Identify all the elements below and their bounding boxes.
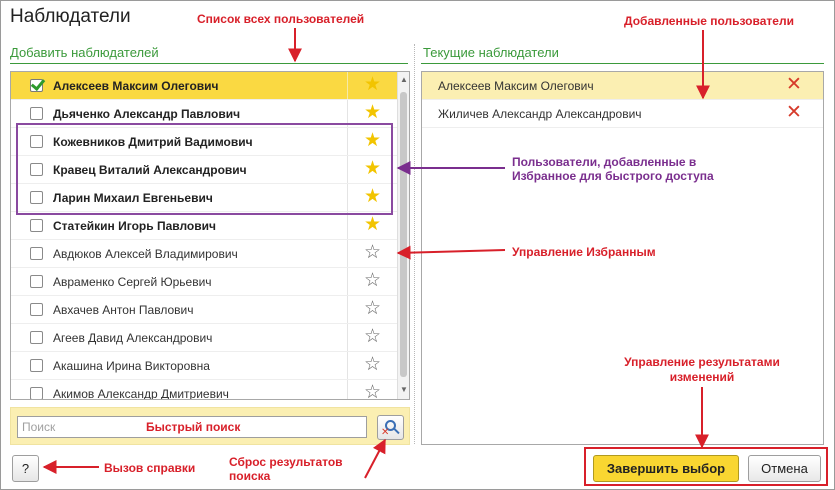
user-list-item[interactable]: Авдюков Алексей Владимирович ☆: [11, 240, 397, 268]
annotation-all-users: Список всех пользователей: [197, 12, 365, 26]
search-reset-button[interactable]: ✕: [377, 415, 404, 440]
scroll-up-icon[interactable]: ▲: [400, 75, 408, 84]
delete-x-icon[interactable]: ✕: [786, 75, 802, 95]
user-checkbox[interactable]: [30, 247, 43, 260]
user-name: Алексеев Максим Олегович: [53, 79, 219, 93]
star-outline-icon[interactable]: ☆: [364, 383, 381, 400]
right-panel-title: Текущие наблюдатели: [423, 45, 559, 60]
user-list-item[interactable]: Алексеев Максим Олегович ★: [11, 72, 397, 100]
left-panel-title: Добавить наблюдателей: [10, 45, 159, 60]
star-outline-icon[interactable]: ☆: [364, 355, 381, 375]
favorite-toggle[interactable]: ☆: [347, 240, 397, 267]
annotation-reset-line2: поиска: [229, 469, 271, 483]
user-list-item[interactable]: Акашина Ирина Викторовна ☆: [11, 352, 397, 380]
annotation-results-line2: изменений: [669, 370, 735, 384]
user-checkbox[interactable]: [30, 275, 43, 288]
finish-selection-button[interactable]: Завершить выбор: [593, 455, 739, 482]
all-users-list[interactable]: Алексеев Максим Олегович ★ Дьяченко Алекса…: [10, 71, 410, 400]
favorites-highlight-frame: [16, 123, 393, 215]
observer-list-item[interactable]: Алексеев Максим Олегович ✕: [422, 72, 823, 100]
scroll-down-icon[interactable]: ▼: [400, 385, 408, 394]
user-name: Дьяченко Александр Павлович: [53, 107, 241, 121]
favorite-toggle[interactable]: ☆: [347, 268, 397, 295]
star-filled-icon[interactable]: ★: [364, 103, 381, 123]
user-list-item[interactable]: Авраменко Сергей Юрьевич ☆: [11, 268, 397, 296]
cancel-button[interactable]: Отмена: [748, 455, 821, 482]
user-name: Авхачев Антон Павлович: [53, 303, 194, 317]
user-list-item[interactable]: Акимов Александр Дмитриевич ☆: [11, 380, 397, 400]
observer-name: Жиличев Александр Александрович: [438, 107, 642, 121]
user-list-item[interactable]: Статейкин Игорь Павлович ★: [11, 212, 397, 240]
user-name: Акимов Александр Дмитриевич: [53, 387, 229, 400]
help-button[interactable]: ?: [12, 455, 39, 482]
favorite-toggle[interactable]: ★: [347, 72, 397, 99]
annotation-help-call: Вызов справки: [104, 461, 196, 475]
user-checkbox[interactable]: [30, 331, 43, 344]
user-list-item[interactable]: Авхачев Антон Павлович ☆: [11, 296, 397, 324]
star-filled-icon[interactable]: ★: [364, 75, 381, 95]
left-panel-title-underline: [10, 63, 408, 64]
favorite-toggle[interactable]: ☆: [347, 380, 397, 400]
annotation-reset-line1: Сброс результатов: [229, 455, 343, 469]
user-checkbox[interactable]: [30, 107, 43, 120]
favorite-toggle[interactable]: ☆: [347, 296, 397, 323]
user-checkbox[interactable]: [30, 219, 43, 232]
user-checkbox[interactable]: [30, 387, 43, 399]
annotation-quick-search: Быстрый поиск: [146, 420, 241, 434]
annotation-favorites-line1: Пользователи, добавленные в: [512, 155, 697, 169]
user-name: Статейкин Игорь Павлович: [53, 219, 216, 233]
favorite-toggle[interactable]: ★: [347, 212, 397, 239]
star-outline-icon[interactable]: ☆: [364, 299, 381, 319]
star-outline-icon[interactable]: ☆: [364, 271, 381, 291]
annotation-added-users: Добавленные пользователи: [624, 14, 794, 28]
annotation-favorites-line2: Избранное для быстрого доступа: [512, 169, 714, 183]
user-checkbox[interactable]: [30, 359, 43, 372]
users-list-scrollbar[interactable]: ▲ ▼: [397, 72, 409, 399]
scrollbar-thumb[interactable]: [400, 92, 407, 377]
user-name: Акашина Ирина Викторовна: [53, 359, 210, 373]
user-checkbox[interactable]: [30, 303, 43, 316]
annotation-manage-favorites: Управление Избранным: [512, 245, 656, 259]
star-filled-icon[interactable]: ★: [364, 215, 381, 235]
annotation-results-line1: Управление результатами: [624, 355, 780, 369]
panel-separator: [414, 44, 415, 444]
user-name: Авдюков Алексей Владимирович: [53, 247, 238, 261]
observer-list-item[interactable]: Жиличев Александр Александрович ✕: [422, 100, 823, 128]
star-outline-icon[interactable]: ☆: [364, 327, 381, 347]
favorite-toggle[interactable]: ☆: [347, 324, 397, 351]
right-panel-title-underline: [421, 63, 824, 64]
user-checkbox[interactable]: [30, 79, 43, 92]
delete-x-icon[interactable]: ✕: [786, 103, 802, 123]
star-outline-icon[interactable]: ☆: [364, 243, 381, 263]
user-name: Авраменко Сергей Юрьевич: [53, 275, 212, 289]
user-name: Агеев Давид Александрович: [53, 331, 213, 345]
observer-name: Алексеев Максим Олегович: [438, 79, 594, 93]
window-title: Наблюдатели: [10, 6, 131, 27]
favorite-toggle[interactable]: ☆: [347, 352, 397, 379]
user-list-item[interactable]: Агеев Давид Александрович ☆: [11, 324, 397, 352]
